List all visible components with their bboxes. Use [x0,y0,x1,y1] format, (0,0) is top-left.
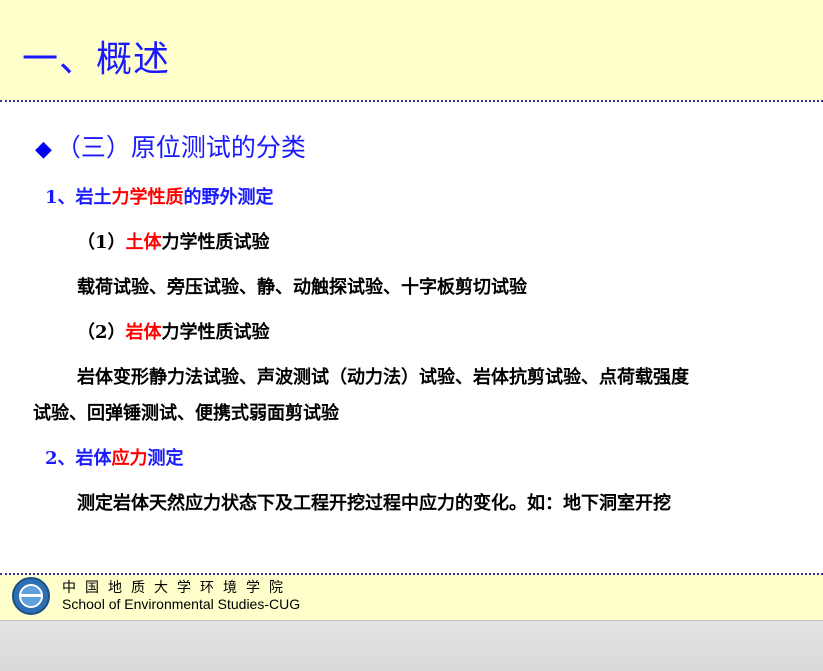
footer-institution-en: School of Environmental Studies-CUG [62,596,301,612]
sub-item-1: （1）土体力学性质试验 [77,228,270,254]
seal-emblem [21,594,41,597]
sub-item-2-highlight: 岩体 [125,322,162,343]
sub-item-2-text-line-1: 岩体变形静力法试验、声波测试（动力法）试验、岩体抗剪试验、点荷载强度 [77,367,689,388]
sub-item-2-text-line-2: 试验、回弹锤测试、便携式弱面剪试验 [33,403,339,424]
sub-item-1-text: 载荷试验、旁压试验、静、动触探试验、十字板剪切试验 [77,277,527,298]
item-1-suffix: 的野外测定 [183,187,274,208]
item-2: 2、岩体应力测定 [45,444,184,470]
item-2-suffix: 测定 [147,448,184,469]
item-1: 1、岩土力学性质的野外测定 [45,183,274,209]
sub-item-2: （2）岩体力学性质试验 [77,318,270,344]
header-divider [0,100,823,102]
page-title: 一、概述 [22,39,171,80]
item-2-highlight: 应力 [111,448,148,469]
university-seal-icon [12,577,50,615]
section-heading-text: （三）原位测试的分类 [55,133,306,162]
item-1-highlight: 力学性质 [111,187,184,208]
sub-item-2-prefix: （2） [77,322,126,343]
sub-item-1-suffix: 力学性质试验 [161,232,270,253]
item-2-prefix: 2、岩体 [45,448,112,469]
sub-item-2-suffix: 力学性质试验 [161,322,270,343]
item-2-text: 测定岩体天然应力状态下及工程开挖过程中应力的变化。如：地下洞室开挖 [77,493,671,514]
footer-institution-cn: 中国地质大学环境学院 [62,580,292,596]
sub-item-1-prefix: （1） [77,232,126,253]
item-1-prefix: 1、岩土 [45,187,112,208]
sub-item-1-highlight: 土体 [125,232,162,253]
window-bottom-strip [0,620,823,671]
diamond-bullet-icon: ◆ [35,137,52,162]
section-heading: ◆ （三）原位测试的分类 [35,128,306,164]
